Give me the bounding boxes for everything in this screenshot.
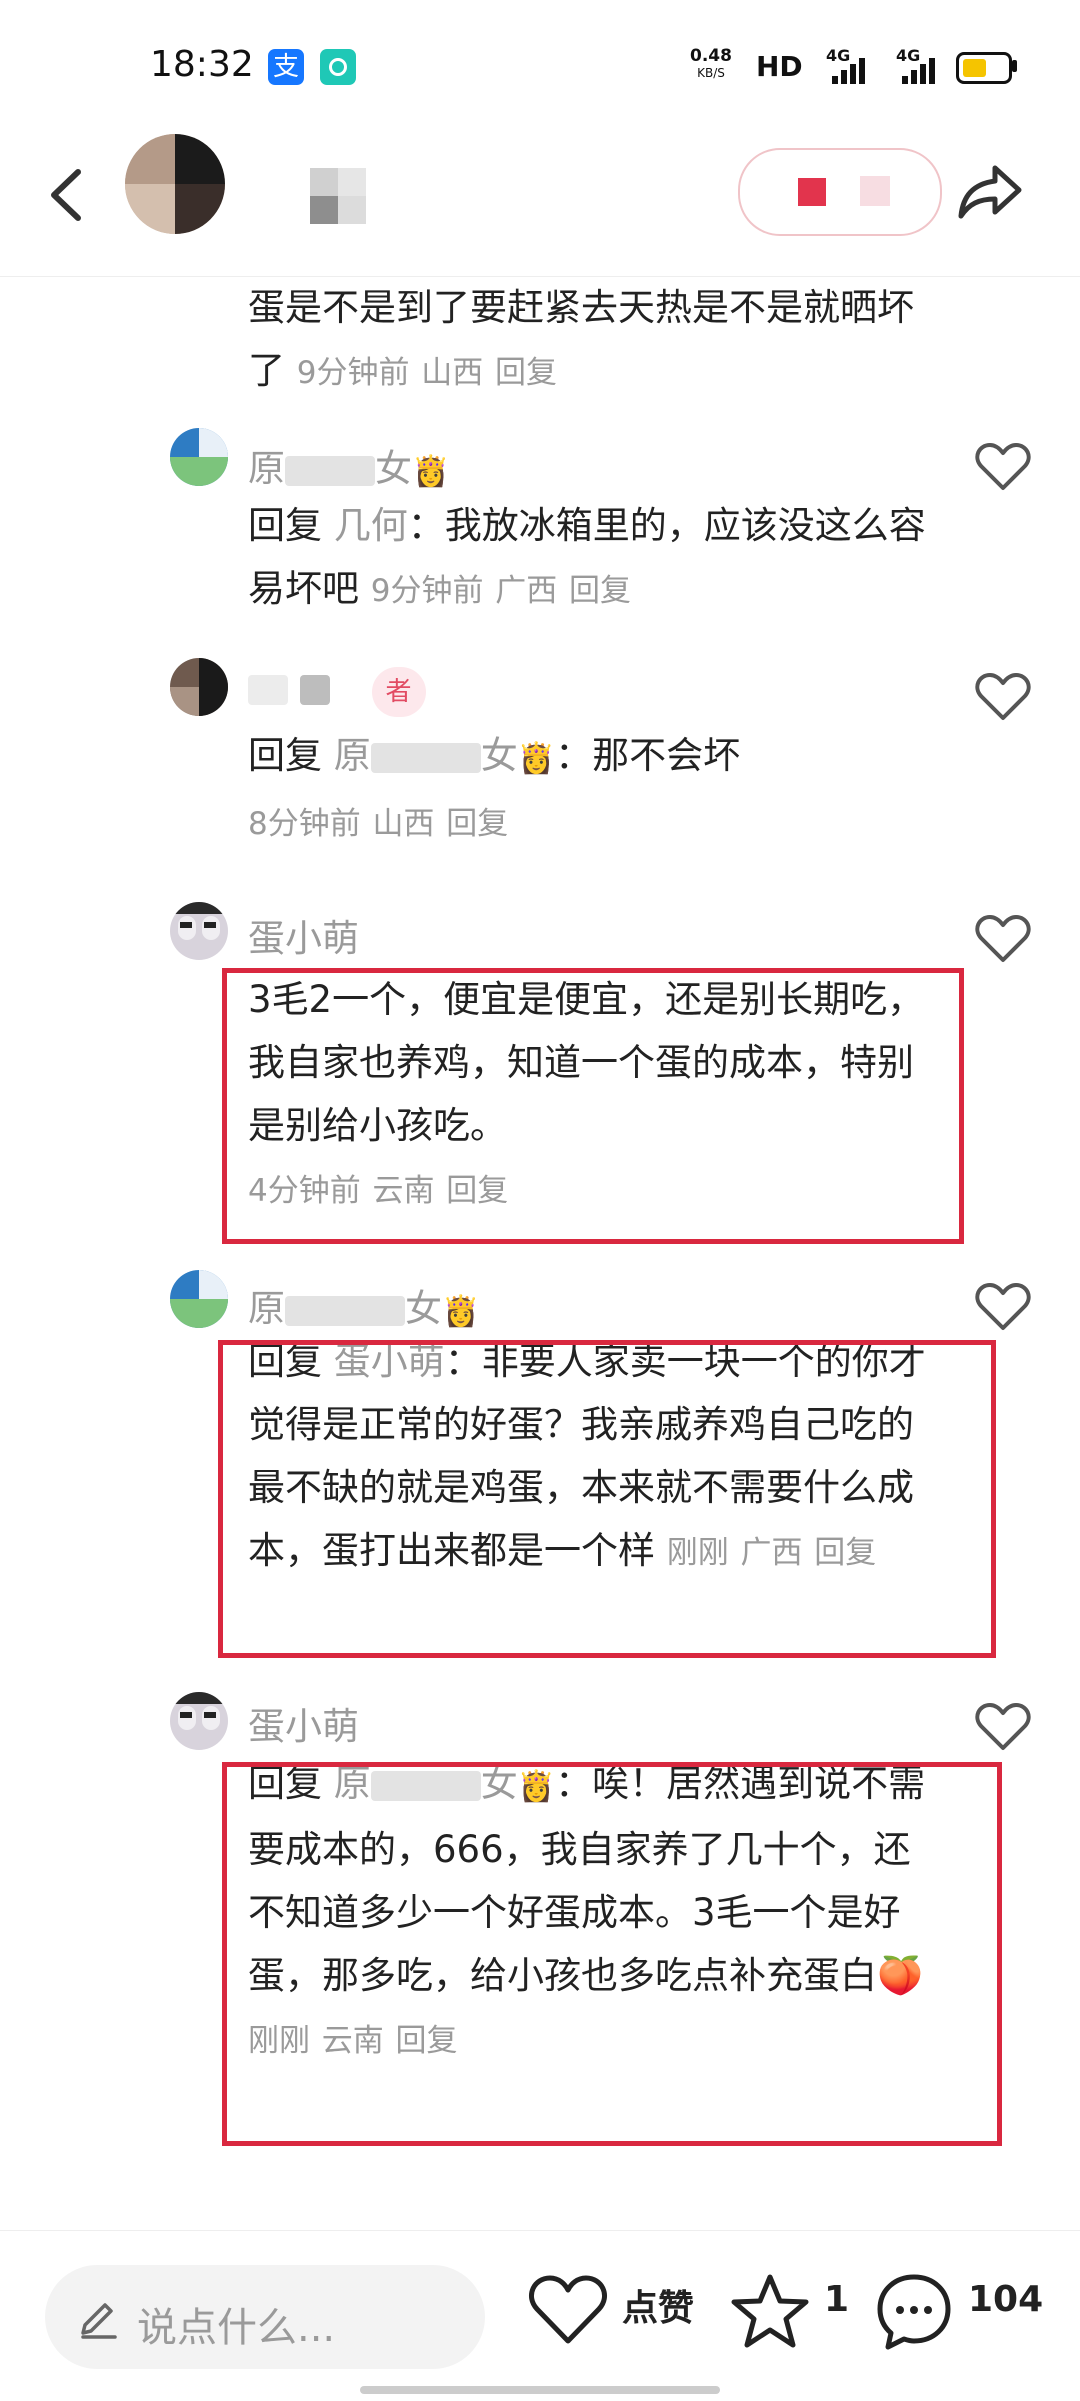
status-time: 18:32 — [150, 44, 254, 85]
princess-emoji-icon: 👸 — [517, 741, 556, 776]
network-speed-value: 0.48 — [690, 46, 732, 66]
comment-input-placeholder: 说点什么... — [137, 2305, 336, 2351]
bottom-action-bar: 说点什么... 点赞 1 104 — [0, 2230, 1080, 2401]
princess-emoji-icon: 👸 — [442, 1294, 480, 1329]
reply-link[interactable]: 回复 — [446, 806, 508, 842]
status-bar: 18:32 支 0.48 KB/S HD 4G 4G — [0, 0, 1080, 130]
network-speed: 0.48 KB/S — [690, 48, 732, 82]
comment-body: 回复 几何：我放冰箱里的，应该没这么容易坏吧 9分钟前 广西 回复 — [248, 494, 928, 623]
heart-icon[interactable] — [975, 672, 1031, 722]
reply-prefix: 回复 — [248, 504, 322, 547]
battery-level — [963, 59, 986, 77]
commenter-name[interactable]: 原女👸 — [248, 438, 449, 492]
commenter-avatar[interactable] — [170, 1692, 228, 1750]
comment-location: 山西 — [421, 355, 484, 391]
comment-text: ：那不会坏 — [555, 734, 741, 777]
heart-icon[interactable] — [975, 914, 1031, 964]
comment-body: 回复 原女👸：那不会坏 8分钟前 山西 回复 — [248, 724, 928, 856]
commenter-avatar[interactable] — [170, 1270, 228, 1328]
comment-time: 8分钟前 — [248, 806, 361, 842]
commenter-name[interactable]: 原女👸 — [248, 1278, 479, 1332]
author-name-pixelated — [310, 168, 366, 224]
commenter-name[interactable]: 者 — [248, 666, 426, 717]
hd-indicator: HD — [756, 50, 803, 83]
signal-bars-2-icon — [902, 58, 942, 84]
pencil-icon — [81, 2303, 117, 2339]
commenter-avatar[interactable] — [170, 428, 228, 486]
follow-button-obscured[interactable] — [738, 148, 942, 236]
like-heart-icon[interactable] — [528, 2273, 608, 2347]
user-badge: 者 — [371, 667, 426, 717]
commenter-avatar[interactable] — [170, 902, 228, 960]
highlight-box — [222, 968, 964, 1244]
chevron-left-icon[interactable] — [40, 160, 100, 230]
comment-count: 104 — [968, 2279, 1044, 2320]
share-arrow-icon[interactable] — [955, 158, 1027, 222]
reply-prefix: 回复 — [248, 734, 322, 777]
battery-icon — [956, 52, 1012, 84]
home-indicator[interactable] — [360, 2386, 720, 2394]
reply-link[interactable]: 回复 — [569, 573, 631, 609]
highlight-box — [218, 1340, 996, 1658]
reply-link[interactable]: 回复 — [495, 355, 557, 391]
signal-bars-icon — [832, 58, 872, 84]
comment-bubble-icon[interactable] — [874, 2271, 954, 2351]
battery-tip — [1012, 60, 1017, 72]
comment-time: 9分钟前 — [370, 573, 484, 609]
author-avatar[interactable] — [125, 134, 225, 234]
heart-icon[interactable] — [975, 1282, 1031, 1332]
comment-time: 9分钟前 — [296, 355, 410, 391]
comment-input[interactable]: 说点什么... — [45, 2265, 485, 2369]
star-icon[interactable] — [730, 2271, 810, 2351]
reply-to-user[interactable]: 原女👸 — [334, 734, 555, 777]
princess-emoji-icon: 👸 — [412, 454, 450, 489]
like-label[interactable]: 点赞 — [622, 2279, 694, 2331]
commenter-name[interactable]: 蛋小萌 — [248, 1696, 359, 1750]
post-header — [0, 130, 1080, 277]
alipay-icon: 支 — [268, 49, 304, 85]
comment-location: 广西 — [495, 573, 558, 609]
star-count: 1 — [824, 2279, 850, 2320]
reply-to-user[interactable]: 几何 — [334, 504, 408, 547]
heart-icon[interactable] — [975, 442, 1031, 492]
commenter-name[interactable]: 蛋小萌 — [248, 908, 359, 962]
network-speed-unit: KB/S — [697, 66, 725, 80]
highlight-box — [222, 1762, 1002, 2146]
notification-app-icon — [320, 49, 356, 85]
heart-icon[interactable] — [975, 1702, 1031, 1752]
comment-body: 蛋是不是到了要赶紧去天热是不是就晒坏了 9分钟前 山西 回复 — [248, 276, 928, 405]
comment-location: 山西 — [372, 806, 435, 842]
commenter-avatar[interactable] — [170, 658, 228, 716]
